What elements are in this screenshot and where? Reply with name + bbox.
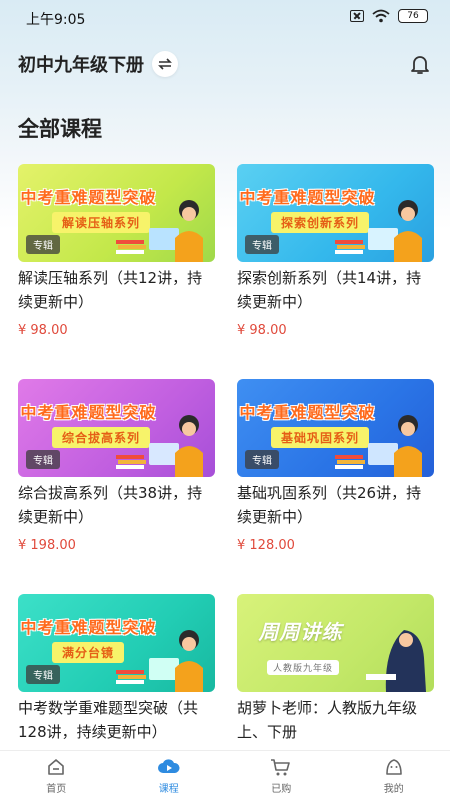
bell-icon[interactable] (408, 52, 432, 76)
teacher-illustration (368, 415, 422, 477)
banner-subtitle: 基础巩固系列 (271, 427, 370, 448)
status-icons: 76 (350, 9, 428, 23)
cart-icon (271, 758, 291, 775)
course-title: 探索创新系列（共14讲，持续更新中） (237, 269, 422, 311)
banner-title: 中考重难题型突破 (20, 188, 157, 207)
course-icon (157, 758, 180, 773)
banner-title: 中考重难题型突破 (20, 618, 157, 637)
banner-title: 中考重难题型突破 (239, 403, 376, 422)
album-tag: 专辑 (26, 665, 60, 684)
course-price: ¥ 198.00 (18, 538, 76, 553)
bottom-nav: 首页 课程 已购 我的 (0, 750, 450, 800)
teacher-illustration (149, 415, 203, 477)
course-card[interactable]: 中考重难题型突破 基础巩固系列 专辑 基础巩固系列（共26讲，持续更新中） ¥ … (237, 379, 434, 553)
wifi-icon (372, 9, 390, 23)
course-title: 综合拔高系列（共38讲，持续更新中） (18, 484, 203, 526)
course-thumbnail[interactable]: 周周讲练 人教版九年级 (237, 594, 434, 692)
status-bar: 上午9:05 76 (0, 0, 450, 34)
nav-course[interactable]: 课程 (113, 751, 226, 800)
section-title: 全部课程 (18, 117, 102, 141)
course-price: ¥ 98.00 (18, 323, 68, 338)
books-icon (116, 670, 146, 684)
course-card[interactable]: 周周讲练 人教版九年级 胡萝卜老师：人教版九年级上、下册 (237, 594, 434, 744)
banner-subtitle: 解读压轴系列 (52, 212, 151, 233)
course-thumbnail[interactable]: 中考重难题型突破 探索创新系列 专辑 (237, 164, 434, 262)
course-title: 基础巩固系列（共26讲，持续更新中） (237, 484, 422, 526)
banner-subtitle: 满分台镜 (52, 642, 125, 663)
album-tag: 专辑 (26, 450, 60, 469)
course-card[interactable]: 中考重难题型突破 综合拔高系列 专辑 综合拔高系列（共38讲，持续更新中） ¥ … (18, 379, 215, 553)
course-card[interactable]: 中考重难题型突破 解读压轴系列 专辑 解读压轴系列（共12讲，持续更新中） ¥ … (18, 164, 215, 338)
books-icon (116, 455, 146, 469)
album-tag: 专辑 (26, 235, 60, 254)
nav-label: 首页 (46, 783, 67, 795)
battery-indicator: 76 (398, 9, 428, 23)
nav-label: 课程 (158, 783, 179, 795)
teacher-illustration (149, 200, 203, 262)
home-icon (48, 758, 65, 775)
course-price: ¥ 98.00 (237, 323, 287, 338)
grade-selector[interactable]: 初中九年级下册 (18, 51, 178, 77)
nav-label: 我的 (383, 783, 404, 795)
no-sim-icon (350, 10, 364, 22)
teacher-illustration (366, 630, 426, 692)
profile-icon (385, 758, 402, 775)
course-thumbnail[interactable]: 中考重难题型突破 综合拔高系列 专辑 (18, 379, 215, 477)
course-thumbnail[interactable]: 中考重难题型突破 基础巩固系列 专辑 (237, 379, 434, 477)
nav-home[interactable]: 首页 (0, 751, 113, 800)
nav-profile[interactable]: 我的 (338, 751, 450, 800)
course-card[interactable]: 中考重难题型突破 满分台镜 专辑 中考数学重难题型突破（共128讲，持续更新中） (18, 594, 215, 744)
banner-title: 中考重难题型突破 (20, 403, 157, 422)
course-title: 中考数学重难题型突破（共128讲，持续更新中） (18, 699, 199, 741)
banner-subtitle: 探索创新系列 (271, 212, 370, 233)
course-price: ¥ 128.00 (237, 538, 295, 553)
books-icon (335, 455, 365, 469)
banner-title: 中考重难题型突破 (239, 188, 376, 207)
teacher-illustration (368, 200, 422, 262)
course-title: 解读压轴系列（共12讲，持续更新中） (18, 269, 203, 311)
course-card[interactable]: 中考重难题型突破 探索创新系列 专辑 探索创新系列（共14讲，持续更新中） ¥ … (237, 164, 434, 338)
album-tag: 专辑 (245, 235, 279, 254)
course-thumbnail[interactable]: 中考重难题型突破 满分台镜 专辑 (18, 594, 215, 692)
album-tag: 专辑 (245, 450, 279, 469)
teacher-illustration (149, 630, 203, 692)
books-icon (116, 240, 146, 254)
header: 初中九年级下册 (18, 48, 432, 84)
grade-title: 初中九年级下册 (18, 55, 144, 76)
status-time: 上午9:05 (26, 12, 86, 28)
banner-subtitle: 人教版九年级 (267, 660, 340, 675)
course-title: 胡萝卜老师：人教版九年级上、下册 (237, 699, 418, 741)
course-thumbnail[interactable]: 中考重难题型突破 解读压轴系列 专辑 (18, 164, 215, 262)
banner-subtitle: 综合拔高系列 (52, 427, 151, 448)
banner-title: 周周讲练 (258, 620, 343, 644)
swap-icon[interactable] (152, 51, 178, 77)
nav-label: 已购 (271, 783, 292, 795)
books-icon (335, 240, 365, 254)
nav-purchased[interactable]: 已购 (225, 751, 338, 800)
